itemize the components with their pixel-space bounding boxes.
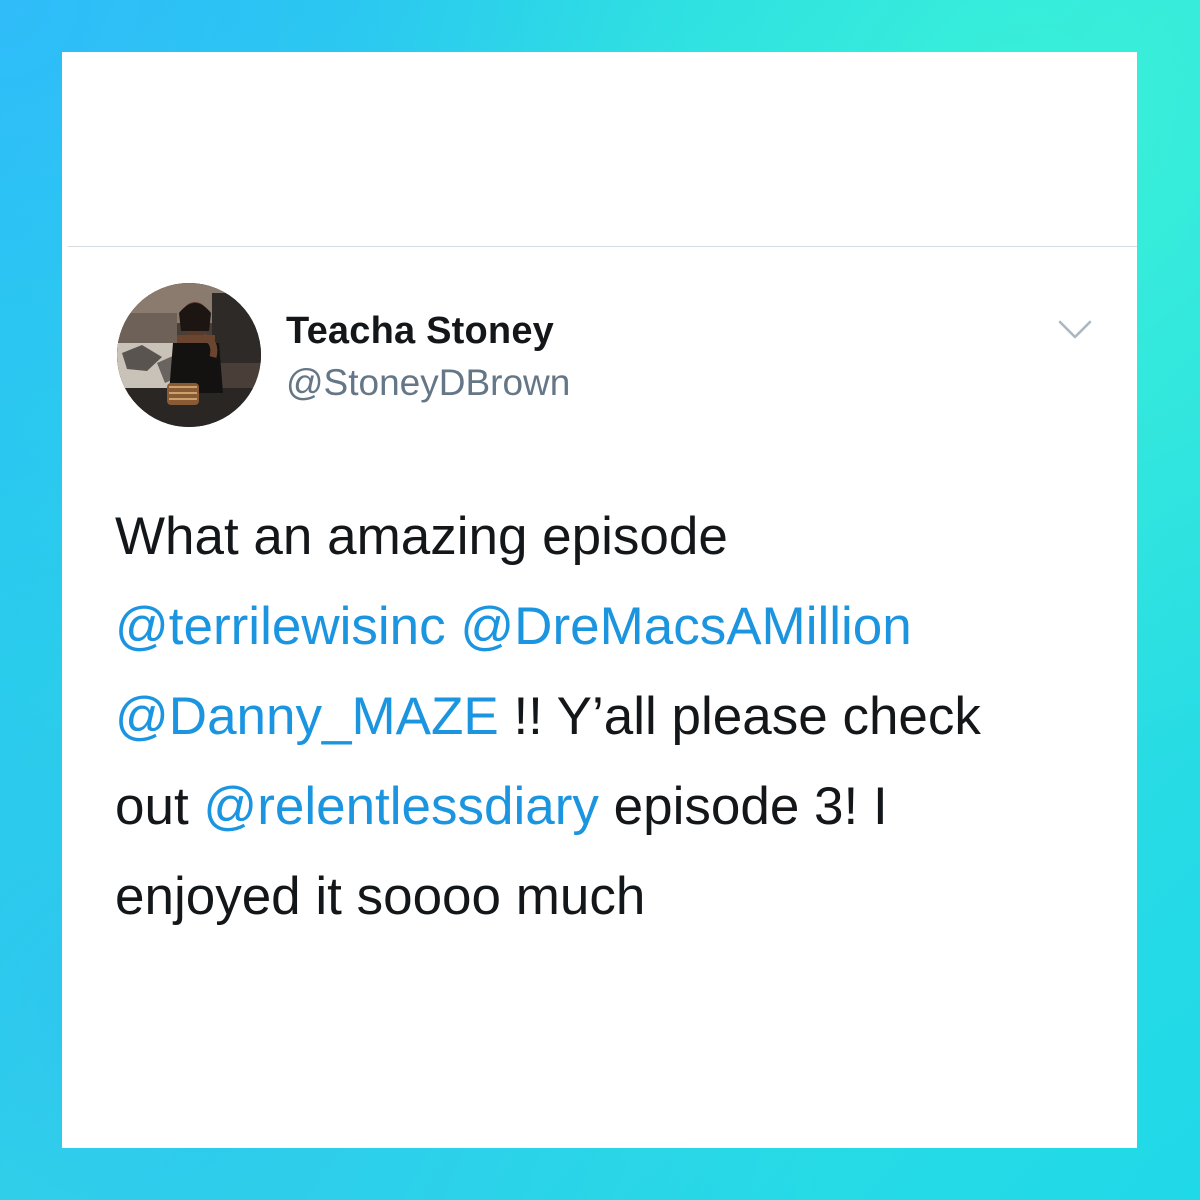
mention-link[interactable]: @Danny_MAZE [115,687,499,746]
avatar-image [117,283,261,427]
tweet-text-segment: enjoyed it soooo much [115,867,646,926]
mention-link[interactable]: @terrilewisinc [115,597,446,656]
tweet-card: Teacha Stoney @StoneyDBrown What an amaz… [62,52,1137,1148]
tweet-text-segment: episode 3! I [598,777,888,836]
tweet-line: @terrilewisinc @DreMacsAMillion [115,582,1105,672]
tweet-text-segment: What an amazing episode [115,507,728,566]
handle[interactable]: @StoneyDBrown [286,362,570,404]
tweet-text-segment: !! Y’all please check [498,687,981,746]
mention-link[interactable]: @relentlessdiary [203,777,599,836]
mention-link[interactable]: @DreMacsAMillion [460,597,911,656]
tweet-text-segment: out [115,777,204,836]
tweet-line: out @relentlessdiary episode 3! I [115,762,1105,852]
tweet-line: enjoyed it soooo much [115,852,1105,942]
tweet-line: @Danny_MAZE !! Y’all please check [115,672,1105,762]
chevron-down-icon[interactable] [1057,317,1093,343]
top-divider [68,246,1137,247]
avatar[interactable] [117,283,261,427]
tweet-text-segment [446,597,461,656]
tweet-text: What an amazing episode @terrilewisinc @D… [115,492,1105,942]
tweet-line: What an amazing episode [115,492,1105,582]
display-name[interactable]: Teacha Stoney [286,310,554,353]
